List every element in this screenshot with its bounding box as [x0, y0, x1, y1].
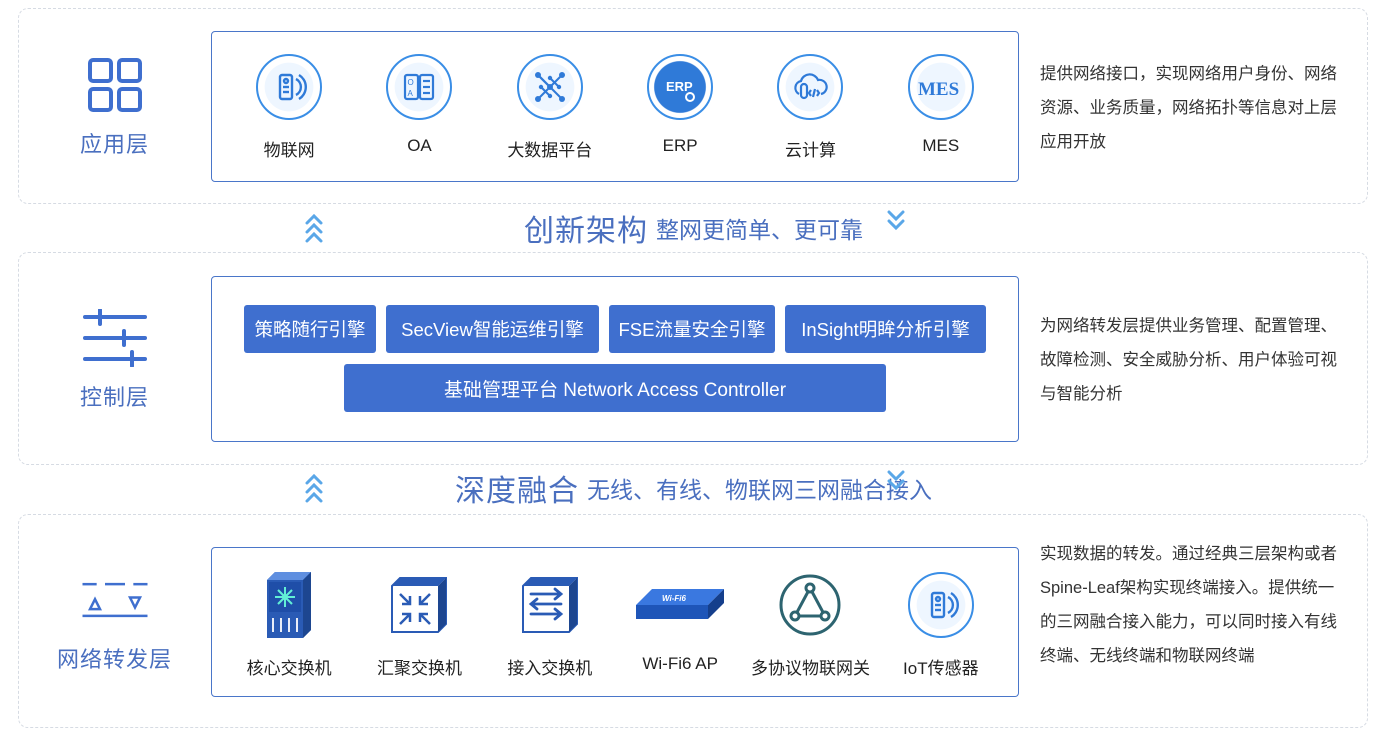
big-data-icon: [516, 54, 583, 120]
banner-main-text: 创新架构: [524, 215, 648, 248]
fwd-item-label: 接入交换机: [507, 659, 593, 678]
wifi6-badge: Wi-Fi6: [662, 594, 686, 603]
app-item-label: 物联网: [263, 141, 315, 160]
app-item-label: ERP: [662, 136, 698, 155]
forwarding-layer-title: 网络转发层: [56, 647, 172, 672]
double-chevron-down-icon: [885, 206, 907, 242]
forwarding-layer: 网络转发层 核心交换机 汇聚交换机 接入交换机 Wi-Fi6 Wi-Fi6 AP…: [18, 514, 1368, 728]
application-layer-description: 提供网络接口，实现网络用户身份、网络资源、业务质量，网络拓扑等信息对上层应用开放: [1040, 65, 1337, 151]
engine-fse: FSE流量安全引擎: [609, 305, 775, 353]
fwd-item-wifi6-ap: Wi-Fi6 Wi-Fi6 AP: [615, 570, 745, 679]
iot-sensor-icon: [907, 572, 974, 638]
oa-icon: OA: [386, 54, 453, 120]
svg-text:ERP: ERP: [666, 79, 693, 94]
management-platform: 基础管理平台 Network Access Controller: [344, 364, 886, 412]
forwarding-items-panel: 核心交换机 汇聚交换机 接入交换机 Wi-Fi6 Wi-Fi6 AP 多协议物联…: [211, 547, 1019, 697]
sliders-icon: [80, 306, 150, 370]
forwarding-layer-header: 网络转发层: [37, 515, 192, 727]
fwd-item-core-switch: 核心交换机: [224, 570, 354, 679]
banner-sub-text: 无线、有线、物联网三网融合接入: [587, 477, 932, 503]
svg-text:MES: MES: [918, 79, 959, 100]
fwd-item-label: 核心交换机: [246, 659, 332, 678]
app-item-big-data: 大数据平台: [485, 52, 615, 161]
iot-gateway-icon: [775, 570, 845, 640]
core-switch-icon: [254, 570, 324, 640]
app-item-cloud: 云计算: [745, 52, 875, 161]
application-items-panel: 物联网 OA OA 大数据平台 ERP ERP 云计算 MES MES: [211, 31, 1019, 182]
fwd-item-iot-gateway: 多协议物联网关: [745, 570, 875, 679]
app-item-iot: 物联网: [224, 52, 354, 161]
double-chevron-down-icon: [885, 466, 907, 502]
iot-icon: [256, 54, 323, 120]
app-item-mes: MES MES: [876, 52, 1006, 161]
engine-policy: 策略随行引擎: [244, 305, 376, 353]
svg-text:O: O: [408, 78, 414, 87]
fwd-item-label: IoT传感器: [903, 659, 979, 678]
grid-icon: [80, 53, 150, 117]
app-item-label: OA: [407, 136, 432, 155]
forwarding-icon: [80, 568, 150, 632]
fwd-item-aggregation-switch: 汇聚交换机: [354, 570, 484, 679]
control-engines-panel: 策略随行引擎 SecView智能运维引擎 FSE流量安全引擎 InSight明眸…: [211, 276, 1019, 442]
wifi6-ap-icon: Wi-Fi6: [630, 570, 730, 640]
aggregation-switch-icon: [384, 570, 454, 640]
engine-insight: InSight明眸分析引擎: [785, 305, 986, 353]
fwd-item-label: 汇聚交换机: [376, 659, 462, 678]
app-item-label: 云计算: [784, 141, 836, 160]
app-item-oa: OA OA: [354, 52, 484, 161]
convergence-banner: 深度融合 无线、有线、物联网三网融合接入: [0, 468, 1387, 508]
access-switch-icon: [515, 570, 585, 640]
control-layer-title: 控制层: [79, 384, 149, 410]
banner-main-text: 深度融合: [455, 475, 579, 508]
erp-icon: ERP: [647, 54, 714, 120]
app-item-label: MES: [922, 136, 960, 155]
fwd-item-iot-sensor: IoT传感器: [876, 570, 1006, 679]
forwarding-layer-description: 实现数据的转发。通过经典三层架构或者Spine-Leaf架构实现终端接入。提供统…: [1040, 545, 1337, 665]
innovation-banner: 创新架构 整网更简单、更可靠: [0, 208, 1387, 248]
application-layer-title: 应用层: [79, 132, 149, 157]
double-chevron-up-icon: [303, 471, 325, 507]
fwd-item-access-switch: 接入交换机: [485, 570, 615, 679]
double-chevron-up-icon: [303, 211, 325, 247]
engine-secview: SecView智能运维引擎: [386, 305, 599, 353]
application-layer-header: 应用层: [37, 9, 192, 203]
fwd-item-label: 多协议物联网关: [750, 659, 870, 678]
application-layer: 应用层 物联网 OA OA 大数据平台 ERP ERP 云计算 MES MES …: [18, 8, 1368, 204]
banner-sub-text: 整网更简单、更可靠: [656, 217, 863, 243]
mes-icon: MES: [907, 54, 974, 120]
control-layer-header: 控制层: [37, 253, 192, 464]
app-item-erp: ERP ERP: [615, 52, 745, 161]
control-layer: 控制层 策略随行引擎 SecView智能运维引擎 FSE流量安全引擎 InSig…: [18, 252, 1368, 465]
control-layer-description: 为网络转发层提供业务管理、配置管理、故障检测、安全威胁分析、用户体验可视与智能分…: [1040, 317, 1337, 403]
svg-text:A: A: [408, 89, 414, 98]
fwd-item-label: Wi-Fi6 AP: [642, 654, 718, 673]
app-item-label: 大数据平台: [507, 141, 593, 160]
cloud-icon: [777, 54, 844, 120]
